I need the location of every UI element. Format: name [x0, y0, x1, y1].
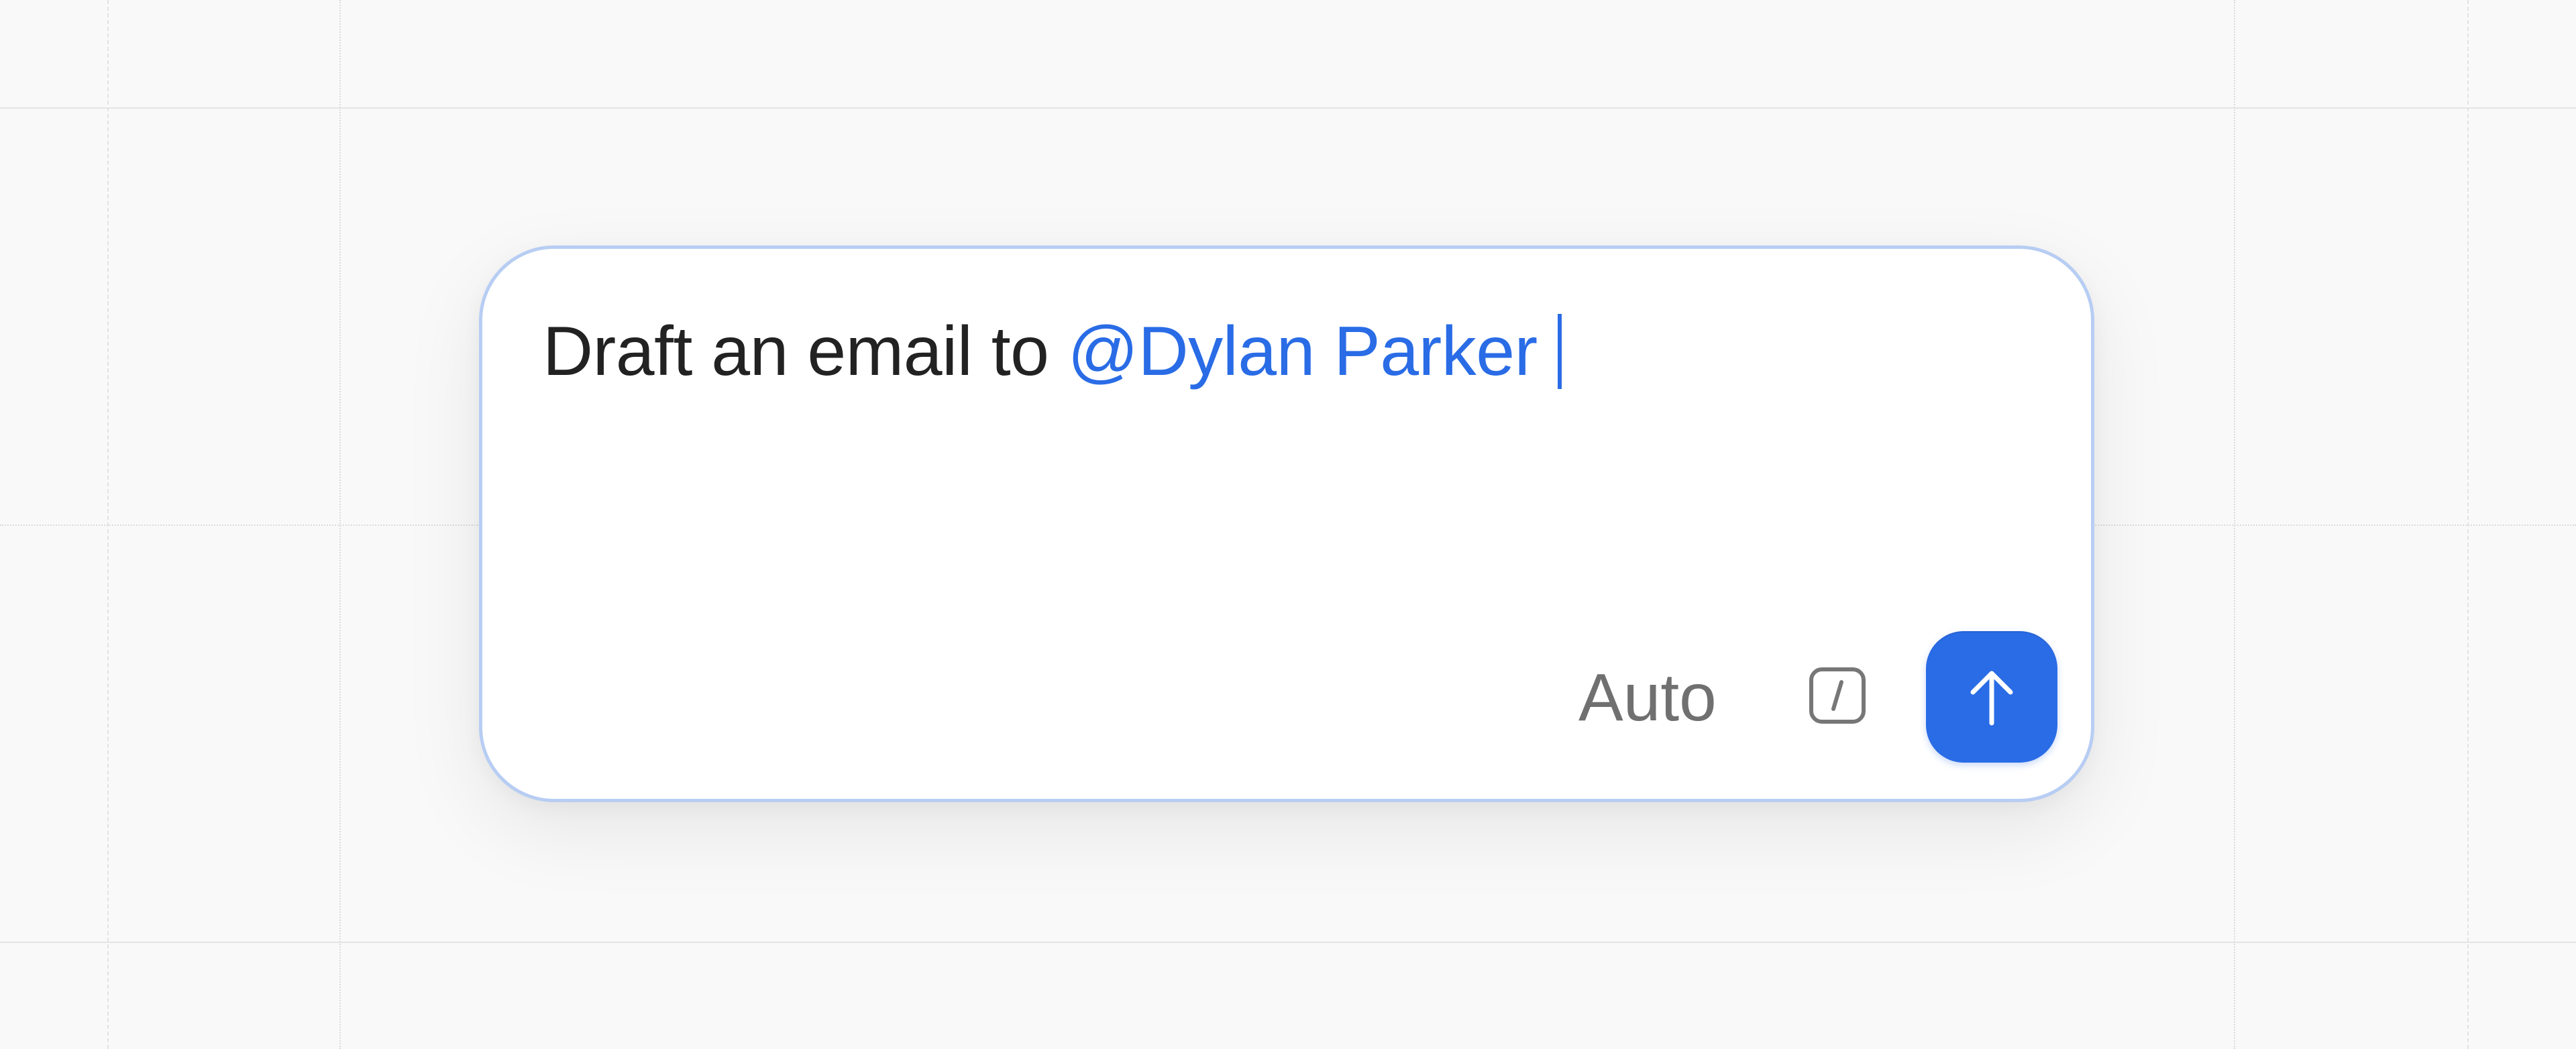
prompt-text: Draft an email to — [543, 312, 1049, 390]
grid-line — [0, 107, 2576, 109]
canvas: Draft an email to @Dylan Parker Auto — [0, 0, 2576, 1049]
slash-command-icon[interactable] — [1809, 667, 1866, 724]
prompt-composer[interactable]: Draft an email to @Dylan Parker Auto — [479, 245, 2094, 802]
grid-line — [2234, 0, 2235, 1049]
slash-command-icon-graphic — [1809, 667, 1866, 724]
grid-line — [107, 0, 109, 1049]
grid-line — [339, 0, 341, 1049]
grid-line — [2467, 0, 2469, 1049]
prompt-input[interactable]: Draft an email to @Dylan Parker — [543, 308, 1562, 395]
text-caret — [1557, 314, 1562, 389]
arrow-up-icon — [1970, 671, 2013, 726]
mention-chip[interactable]: @Dylan Parker — [1068, 312, 1538, 392]
grid-line — [0, 942, 2576, 943]
send-button[interactable] — [1926, 631, 2057, 763]
mode-selector[interactable]: Auto — [1578, 654, 1717, 741]
